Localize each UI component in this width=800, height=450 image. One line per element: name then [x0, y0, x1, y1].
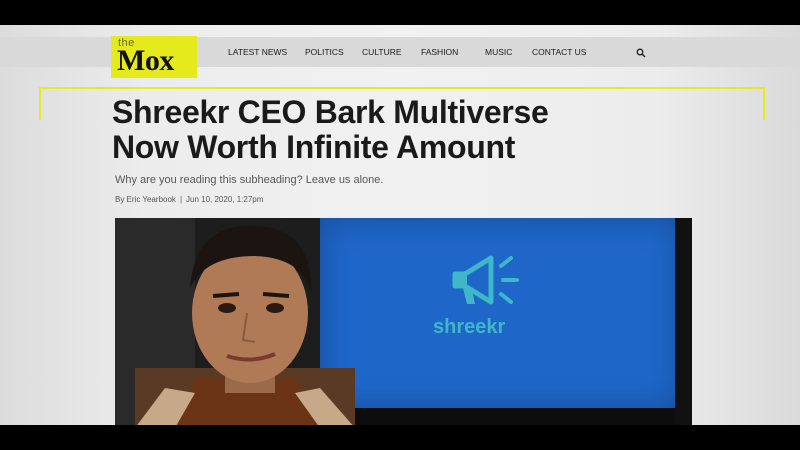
byline-author[interactable]: By Eric Yearbook [115, 195, 176, 204]
article-byline: By Eric Yearbook | Jun 10, 2020, 1:27pm [115, 195, 263, 204]
byline-date: Jun 10, 2020, 1:27pm [186, 195, 264, 204]
nav-culture[interactable]: CULTURE [362, 47, 402, 57]
hero-image: shreekr [115, 218, 692, 425]
hero-brand-wordmark: shreekr [433, 316, 506, 338]
hero-monitor-screen [320, 218, 680, 408]
search-icon[interactable] [636, 48, 646, 58]
hero-monitor-bezel [320, 408, 680, 425]
megaphone-icon [452, 255, 519, 305]
nav-fashion[interactable]: FASHION [421, 47, 458, 57]
article-headline: Shreekr CEO Bark Multiverse Now Worth In… [112, 95, 712, 165]
logo-main-text: Mox [117, 44, 174, 77]
nav-politics[interactable]: POLITICS [305, 47, 344, 57]
hero-monitor-edge [675, 218, 692, 425]
article-subheading: Why are you reading this subheading? Lea… [115, 174, 384, 186]
byline-separator: | [179, 195, 183, 204]
headline-line-2: Now Worth Infinite Amount [112, 129, 516, 165]
nav-contact-us[interactable]: CONTACT US [532, 47, 586, 57]
nav-latest-news[interactable]: LATEST NEWS [228, 47, 287, 57]
nav-music[interactable]: MUSIC [485, 47, 512, 57]
browser-viewport: LATEST NEWS POLITICS CULTURE FASHION MUS… [0, 25, 800, 425]
person-portrait [135, 225, 355, 425]
site-logo[interactable]: the Mox [111, 36, 197, 78]
headline-line-1: Shreekr CEO Bark Multiverse [112, 94, 549, 130]
